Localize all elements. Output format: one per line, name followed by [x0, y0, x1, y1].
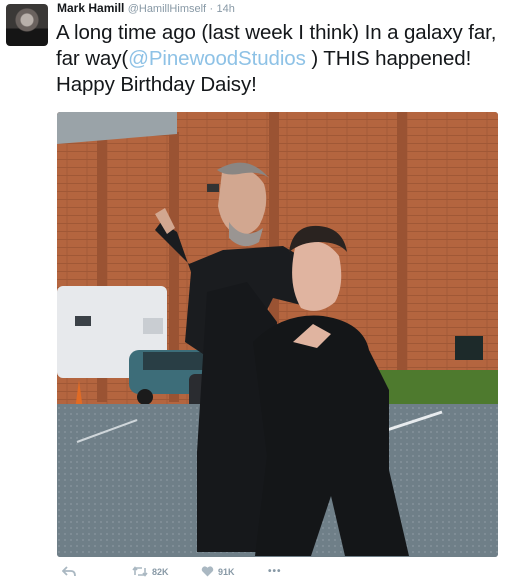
tweet-header: Mark Hamill @HamillHimself · 14h	[57, 1, 235, 16]
like-count: 91K	[218, 566, 235, 577]
retweet-icon	[132, 566, 148, 577]
tweet-card: Mark Hamill @HamillHimself · 14h A long …	[0, 0, 506, 587]
more-button[interactable]: •••	[268, 566, 282, 577]
reply-button[interactable]	[62, 566, 76, 577]
tweet-actions: 82K 91K •••	[0, 566, 506, 586]
separator: ·	[209, 3, 214, 15]
tweet-photo[interactable]	[57, 112, 498, 557]
author-name[interactable]: Mark Hamill	[57, 1, 124, 15]
mention-link[interactable]: @PinewoodStudios	[128, 47, 306, 70]
more-icon: •••	[268, 566, 282, 577]
reply-icon	[62, 566, 76, 577]
photo-illustration	[57, 112, 498, 557]
avatar[interactable]	[6, 4, 48, 46]
heart-icon	[201, 566, 214, 577]
author-handle[interactable]: @HamillHimself	[128, 3, 206, 15]
timestamp[interactable]: 14h	[216, 3, 234, 15]
tweet-text: A long time ago (last week I think) In a…	[56, 20, 501, 98]
retweet-button[interactable]: 82K	[132, 566, 169, 577]
like-button[interactable]: 91K	[201, 566, 235, 577]
retweet-count: 82K	[152, 566, 169, 577]
